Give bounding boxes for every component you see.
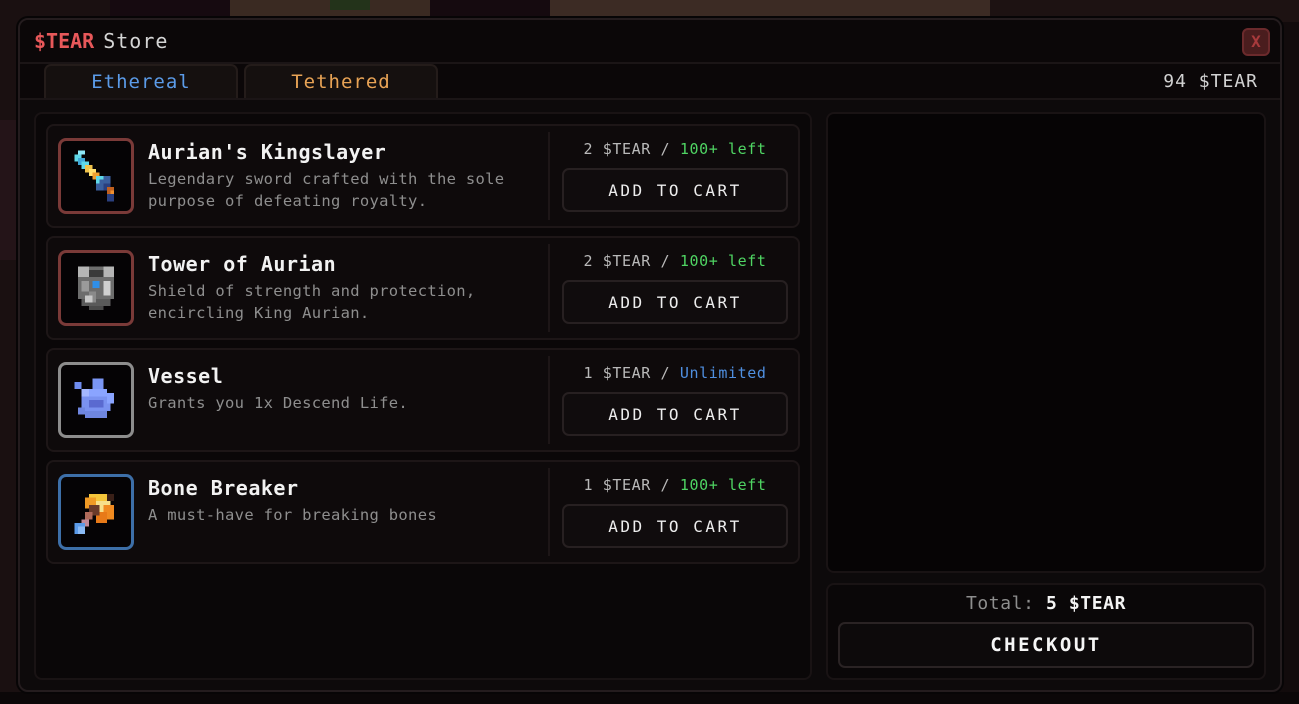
- item-icon-frame: [58, 250, 134, 326]
- title-word: Store: [103, 29, 169, 53]
- close-icon[interactable]: X: [1242, 28, 1270, 56]
- cart-summary: Total: 5 $TEAR CHECKOUT: [826, 583, 1266, 680]
- item-text: Tower of Aurian Shield of strength and p…: [142, 244, 548, 332]
- item-stock: 100+ left: [679, 252, 767, 270]
- price-separator: /: [660, 476, 671, 494]
- sword-icon: [74, 150, 115, 202]
- item-purchase-area: 1 $TEAR / 100+ left ADD TO CART: [548, 468, 792, 556]
- item-text: Vessel Grants you 1x Descend Life.: [142, 356, 548, 444]
- store-window: $TEAR Store X Ethereal Tethered 94 $TEAR: [18, 18, 1282, 692]
- store-body: Aurian's Kingslayer Legendary sword craf…: [20, 100, 1280, 694]
- item-price: 2 $TEAR: [583, 252, 651, 270]
- price-separator: /: [660, 364, 671, 382]
- add-to-cart-button[interactable]: ADD TO CART: [562, 280, 788, 324]
- item-price-row: 1 $TEAR / 100+ left: [583, 476, 766, 494]
- add-to-cart-button[interactable]: ADD TO CART: [562, 168, 788, 212]
- item-row[interactable]: Vessel Grants you 1x Descend Life. 1 $TE…: [46, 348, 800, 452]
- item-name: Aurian's Kingslayer: [148, 140, 387, 164]
- item-icon-frame: [58, 138, 134, 214]
- cart-total-label: Total:: [965, 593, 1035, 614]
- item-name: Vessel: [148, 364, 224, 388]
- hammer-icon: [74, 493, 115, 534]
- tab-ethereal-label: Ethereal: [91, 71, 191, 93]
- item-text: Bone Breaker A must-have for breaking bo…: [142, 468, 548, 556]
- bg-tile: [330, 0, 370, 10]
- item-stock: 100+ left: [679, 140, 767, 158]
- cart-panel: Total: 5 $TEAR CHECKOUT: [826, 112, 1266, 680]
- item-price-row: 2 $TEAR / 100+ left: [583, 140, 766, 158]
- shield-icon: [77, 266, 115, 310]
- items-panel: Aurian's Kingslayer Legendary sword craf…: [34, 112, 812, 680]
- item-description: Legendary sword crafted with the sole pu…: [148, 170, 505, 210]
- item-description: Grants you 1x Descend Life.: [148, 394, 409, 412]
- add-to-cart-button[interactable]: ADD TO CART: [562, 504, 788, 548]
- item-icon-frame: [58, 362, 134, 438]
- item-price: 1 $TEAR: [583, 476, 651, 494]
- add-to-cart-button[interactable]: ADD TO CART: [562, 392, 788, 436]
- checkout-button[interactable]: CHECKOUT: [838, 622, 1254, 668]
- price-separator: /: [660, 140, 671, 158]
- item-name: Bone Breaker: [148, 476, 299, 500]
- item-stock: 100+ left: [679, 476, 767, 494]
- title-bar: $TEAR Store X: [20, 20, 1280, 64]
- tab-tethered[interactable]: Tethered: [244, 64, 438, 98]
- page-title: $TEAR Store: [34, 29, 168, 53]
- item-description: A must-have for breaking bones: [148, 506, 437, 524]
- item-description: Shield of strength and protection, encir…: [148, 282, 476, 322]
- item-price: 2 $TEAR: [583, 140, 651, 158]
- item-text: Aurian's Kingslayer Legendary sword craf…: [142, 132, 548, 220]
- tab-tethered-label: Tethered: [291, 71, 391, 93]
- price-separator: /: [660, 252, 671, 270]
- balance-display: 94 $TEAR: [1163, 71, 1258, 92]
- item-purchase-area: 2 $TEAR / 100+ left ADD TO CART: [548, 132, 792, 220]
- item-price: 1 $TEAR: [583, 364, 651, 382]
- cart-item-list[interactable]: [826, 112, 1266, 573]
- item-row[interactable]: Tower of Aurian Shield of strength and p…: [46, 236, 800, 340]
- item-name: Tower of Aurian: [148, 252, 337, 276]
- item-purchase-area: 2 $TEAR / 100+ left ADD TO CART: [548, 244, 792, 332]
- vessel-flame-icon: [74, 378, 115, 419]
- title-brand: $TEAR: [34, 29, 95, 53]
- tab-ethereal[interactable]: Ethereal: [44, 64, 238, 98]
- item-purchase-area: 1 $TEAR / Unlimited ADD TO CART: [548, 356, 792, 444]
- cart-total-value: 5 $TEAR: [1046, 593, 1127, 614]
- item-price-row: 2 $TEAR / 100+ left: [583, 252, 766, 270]
- item-stock: Unlimited: [679, 364, 767, 382]
- cart-total: Total: 5 $TEAR: [966, 593, 1126, 614]
- item-row[interactable]: Bone Breaker A must-have for breaking bo…: [46, 460, 800, 564]
- item-price-row: 1 $TEAR / Unlimited: [583, 364, 766, 382]
- item-icon-frame: [58, 474, 134, 550]
- tab-strip: Ethereal Tethered 94 $TEAR: [20, 64, 1280, 100]
- item-row[interactable]: Aurian's Kingslayer Legendary sword craf…: [46, 124, 800, 228]
